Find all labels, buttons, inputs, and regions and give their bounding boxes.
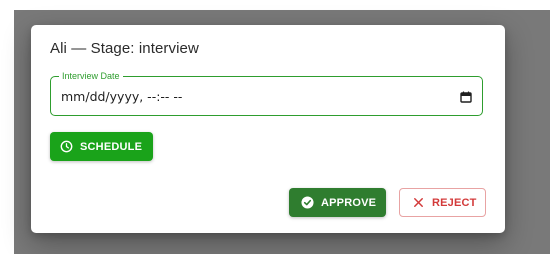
reject-button[interactable]: REJECT: [399, 188, 486, 217]
interview-date-field[interactable]: Interview Date mm/dd/yyyy, --:-- --: [50, 71, 483, 116]
approve-button[interactable]: APPROVE: [289, 188, 386, 217]
close-icon: [414, 198, 423, 207]
dialog-title: Ali — Stage: interview: [50, 40, 199, 57]
approve-button-label: APPROVE: [321, 196, 377, 209]
reject-button-label: REJECT: [432, 196, 477, 209]
schedule-button[interactable]: SCHEDULE: [50, 132, 153, 161]
check-circle-icon: [301, 196, 314, 209]
stage-dialog: Ali — Stage: interview Interview Date mm…: [31, 25, 505, 233]
schedule-button-label: SCHEDULE: [80, 140, 143, 153]
clock-icon: [60, 140, 73, 153]
interview-date-value[interactable]: mm/dd/yyyy, --:-- --: [61, 88, 182, 105]
calendar-icon[interactable]: [460, 91, 472, 103]
interview-date-label: Interview Date: [59, 71, 123, 81]
